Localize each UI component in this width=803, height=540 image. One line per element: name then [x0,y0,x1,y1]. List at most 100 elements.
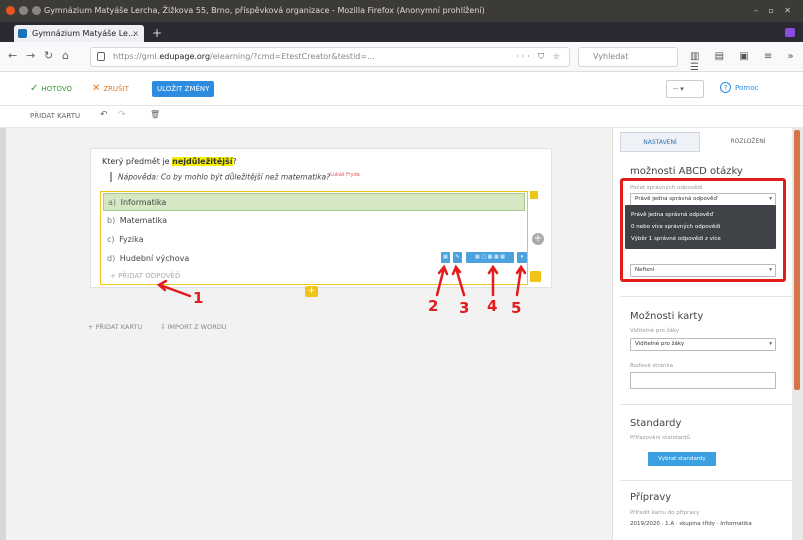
add-card-button[interactable]: PŘIDAT KARTU [30,112,80,120]
left-gutter [0,128,6,540]
close-window-icon[interactable] [6,6,15,15]
hint-text: Nápověda: Co by mohlo být důležitější ne… [118,172,331,182]
browser-tab[interactable]: Gymnázium Matyáše Le... × [14,25,144,42]
preparations-value[interactable]: 2019/2020 · 1.A · skupina třídy · Inform… [630,521,752,527]
answers-handle-icon[interactable] [530,191,538,199]
reload-icon[interactable]: ↻ [44,49,53,63]
answer-option-c[interactable]: c) Fyzika [103,231,525,249]
answer-prefix: d) [107,254,116,263]
question-highlight: nejdůležitější [172,157,233,166]
url-prefix: https://gml. [113,52,160,61]
private-browsing-icon [785,28,795,37]
standards-title: Standardy [630,418,682,429]
add-card-below-button[interactable]: + PŘIDAT KARTU [88,323,142,331]
url-tools[interactable]: ··· ⛉ ☆ [516,48,563,66]
minimize-window-icon[interactable] [19,6,28,15]
tab-close-icon[interactable]: × [132,25,139,42]
card-toolbar: PŘIDAT KARTU ↶ ↷ 🗑 [0,106,803,128]
answer-list: a) Informatika b) Matematika c) Fyzika d… [100,191,528,285]
answer-control-4-button[interactable]: ▦ □ ▦ ▦ ▦ [466,252,514,263]
add-answer-button[interactable]: + PŘIDAT ODPOVĚĎ [110,272,180,280]
add-block-icon[interactable]: + [532,233,544,245]
question-hint[interactable]: Nápověda: Co by mohlo být důležitější ne… [110,172,360,182]
select-standards-button[interactable]: Vybrat standardy [648,452,716,466]
back-icon[interactable]: ← [8,49,17,63]
help-button[interactable]: ? Pomoc [720,82,758,93]
search-placeholder: Vyhledat [593,52,629,61]
answer-prefix: b) [107,216,116,225]
language-select[interactable]: -- ▾ [666,80,704,98]
tab-settings[interactable]: NASTAVENÍ [620,132,700,152]
visibility-select[interactable]: Viditelné pro žáky ▾ [630,338,776,351]
url-rest: /elearning/?cmd=EtestCreator&testid=... [210,52,375,61]
url-bar[interactable]: https://gml.edupage.org/elearning/?cmd=E… [90,47,570,67]
help-icon: ? [720,82,731,93]
annotation-number-2: 2 [428,297,439,315]
add-below-button[interactable]: + [305,286,318,297]
highlight-box [620,178,786,282]
preparations-label: Přiřadit kartu do přípravy [630,510,700,516]
answer-control-2-button[interactable]: ▦ [441,252,450,263]
answer-control-5-button[interactable]: ▾ [517,252,527,263]
points-input[interactable] [630,372,776,389]
answer-label: Hudební výchova [119,254,190,263]
resize-handle-icon[interactable] [530,271,541,282]
window-title: Gymnázium Matyáše Lercha, Žižkova 55, Br… [44,6,485,15]
abcd-options-title: možnosti ABCD otázky [630,166,743,177]
home-icon[interactable]: ⌂ [62,49,69,63]
tab-label: Gymnázium Matyáše Le... [32,29,136,38]
annotation-number-1: 1 [193,289,204,307]
lock-icon [97,52,105,61]
standards-label: Přiřazování standardů [630,435,691,441]
cancel-label: ZRUŠIT [103,85,129,93]
chevron-down-icon: ▾ [769,341,772,347]
select-value: Viditelné pro žáky [635,341,685,347]
answer-label: Fyzika [119,235,144,244]
forward-icon[interactable]: → [26,49,35,63]
answer-option-b[interactable]: b) Matematika [103,212,525,230]
answer-control-3-button[interactable]: ✎ [453,252,462,263]
sidebar-scrollbar[interactable] [792,128,803,540]
favicon-icon [18,29,27,38]
tab-bar: Gymnázium Matyáše Le... × + [0,22,803,42]
check-icon: ✓ [30,83,39,94]
done-label: HOTOVO [41,85,73,93]
card-options-title: Možnosti karty [630,311,704,322]
points-label: Bodová stránka [630,363,673,369]
question-text-end: ? [232,157,237,166]
answer-label: Informatika [120,198,167,207]
hint-author: Lukáš Fryda [330,172,360,178]
delete-icon[interactable]: 🗑 [150,110,160,119]
card-options-label: Viditelné pro žáky [630,328,680,334]
close-icon: ✕ [92,83,101,94]
language-value: -- [673,85,679,93]
new-tab-button[interactable]: + [152,25,162,41]
import-word-button[interactable]: ⇩ IMPORT Z WORDU [160,323,227,331]
window-titlebar: Gymnázium Matyáše Lercha, Žižkova 55, Br… [0,0,803,22]
sidebar-tabs: NASTAVENÍ ROZLOŽENÍ [620,132,790,152]
answer-prefix: c) [107,235,115,244]
redo-icon[interactable]: ↷ [118,110,126,120]
answer-option-a[interactable]: a) Informatika [103,193,525,211]
undo-icon[interactable]: ↶ [100,110,108,120]
annotation-number-4: 4 [487,297,498,315]
save-button[interactable]: ULOŽIT ZMĚNY [152,81,215,97]
help-label: Pomoc [735,84,759,92]
scrollbar-thumb[interactable] [794,130,800,390]
maximize-window-icon[interactable] [32,6,41,15]
annotation-number-5: 5 [511,299,522,317]
window-buttons[interactable] [6,6,41,15]
done-button[interactable]: ✓ HOTOVO [30,83,72,94]
search-input[interactable]: Vyhledat [578,47,678,67]
preparations-title: Přípravy [630,492,672,503]
editor-appbar: ✓ HOTOVO ✕ ZRUŠIT ULOŽIT ZMĚNY -- ▾ ? Pomoc [0,72,803,106]
tab-layout[interactable]: ROZLOŽENÍ [708,132,788,152]
cancel-button[interactable]: ✕ ZRUŠIT [92,83,129,94]
answer-prefix: a) [108,198,117,207]
toolbar-icons[interactable]: ▥ ▤ ▣ ≡ » ☰ [690,51,803,73]
url-domain: edupage.org [159,52,211,61]
annotation-number-3: 3 [459,299,470,317]
question-text[interactable]: Který předmět je nejdůležitější? [102,157,237,166]
window-controls[interactable]: – ▫ ✕ [754,0,795,22]
divider [620,296,792,297]
